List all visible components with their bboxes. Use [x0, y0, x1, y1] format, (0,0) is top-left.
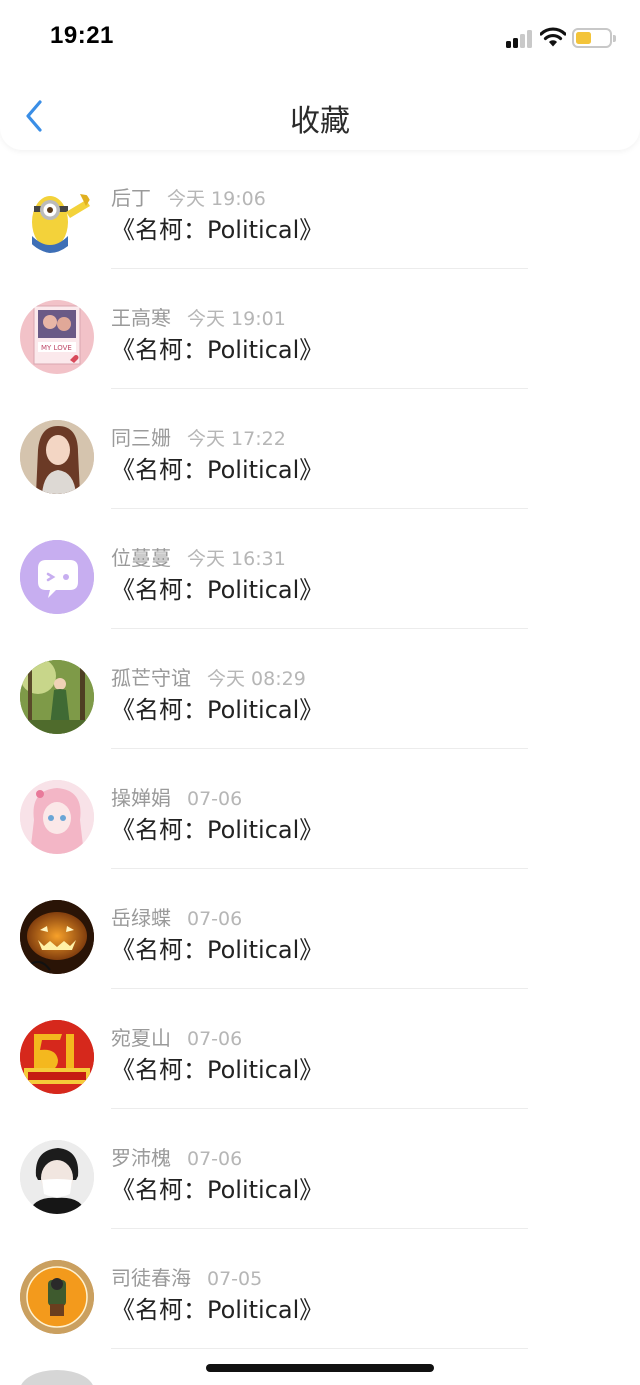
favorites-list: 后丁 今天 19:06 《名柯：Political》 MY LOVE 王高寒 今天 … — [0, 150, 640, 1350]
list-item[interactable]: 操婵娟 07-06 《名柯：Political》 — [0, 750, 640, 870]
message-text: 《名柯：Political》 — [111, 336, 324, 364]
list-item[interactable]: 宛夏山 07-06 《名柯：Political》 — [0, 990, 640, 1110]
divider — [111, 1108, 528, 1109]
list-item[interactable]: 位蔓蔓 今天 16:31 《名柯：Political》 — [0, 510, 640, 630]
saved-date: 07-06 — [187, 788, 243, 810]
divider — [111, 628, 528, 629]
avatar — [20, 780, 94, 854]
avatar — [20, 540, 94, 614]
avatar — [20, 900, 94, 974]
sender-name: 孤芒守谊 — [111, 666, 191, 690]
svg-text:MY LOVE: MY LOVE — [41, 344, 72, 352]
list-item[interactable]: 罗沛槐 07-06 《名柯：Political》 — [0, 1110, 640, 1230]
list-item[interactable]: 岳绿蝶 07-06 《名柯：Political》 — [0, 870, 640, 990]
list-item[interactable]: 后丁 今天 19:06 《名柯：Political》 — [0, 150, 640, 270]
saved-date: 今天 08:29 — [207, 668, 306, 690]
list-item[interactable]: 司徒春海 07-05 《名柯：Political》 — [0, 1230, 640, 1350]
list-item[interactable]: 同三姗 今天 17:22 《名柯：Political》 — [0, 390, 640, 510]
avatar: MY LOVE — [20, 300, 94, 374]
avatar — [20, 1020, 94, 1094]
home-indicator[interactable] — [206, 1364, 434, 1372]
divider — [111, 868, 528, 869]
status-time: 19:21 — [50, 22, 114, 49]
saved-date: 今天 16:31 — [187, 548, 286, 570]
message-text: 《名柯：Political》 — [111, 1056, 324, 1084]
message-text: 《名柯：Political》 — [111, 216, 324, 244]
favorites-screen: 19:21 收藏 后丁 今天 19:06 《名柯：Political》 MY L… — [0, 0, 640, 1385]
sender-name: 岳绿蝶 — [111, 906, 171, 930]
sender-name: 位蔓蔓 — [111, 546, 171, 570]
cellular-signal-icon — [506, 28, 534, 48]
divider — [111, 508, 528, 509]
saved-date: 07-06 — [187, 1148, 243, 1170]
avatar — [20, 1370, 94, 1385]
avatar — [20, 660, 94, 734]
saved-date: 07-06 — [187, 1028, 243, 1050]
divider — [111, 388, 528, 389]
divider — [111, 748, 528, 749]
saved-date: 今天 19:06 — [167, 188, 266, 210]
sender-name: 同三姗 — [111, 426, 171, 450]
wifi-icon — [540, 27, 566, 47]
sender-name: 司徒春海 — [111, 1266, 191, 1290]
avatar — [20, 420, 94, 494]
header: 19:21 收藏 — [0, 0, 640, 150]
sender-name: 王高寒 — [111, 306, 171, 330]
sender-name: 罗沛槐 — [111, 1146, 171, 1170]
message-text: 《名柯：Political》 — [111, 576, 324, 604]
divider — [111, 1348, 528, 1349]
message-text: 《名柯：Political》 — [111, 456, 324, 484]
saved-date: 07-05 — [207, 1268, 263, 1290]
message-text: 《名柯：Political》 — [111, 696, 324, 724]
list-item[interactable]: MY LOVE 王高寒 今天 19:01 《名柯：Political》 — [0, 270, 640, 390]
page-title: 收藏 — [290, 104, 350, 139]
saved-date: 今天 19:01 — [187, 308, 286, 330]
saved-date: 07-06 — [187, 908, 243, 930]
saved-date: 今天 17:22 — [187, 428, 286, 450]
list-item[interactable]: 孤芒守谊 今天 08:29 《名柯：Political》 — [0, 630, 640, 750]
battery-icon — [572, 28, 616, 48]
sender-name: 宛夏山 — [111, 1026, 171, 1050]
divider — [111, 1228, 528, 1229]
divider — [111, 988, 528, 989]
avatar — [20, 180, 94, 254]
message-text: 《名柯：Political》 — [111, 816, 324, 844]
message-text: 《名柯：Political》 — [111, 1176, 324, 1204]
sender-name: 操婵娟 — [111, 786, 171, 810]
message-text: 《名柯：Political》 — [111, 1296, 324, 1324]
avatar — [20, 1140, 94, 1214]
avatar — [20, 1260, 94, 1334]
message-text: 《名柯：Political》 — [111, 936, 324, 964]
sender-name: 后丁 — [111, 186, 151, 210]
divider — [111, 268, 528, 269]
